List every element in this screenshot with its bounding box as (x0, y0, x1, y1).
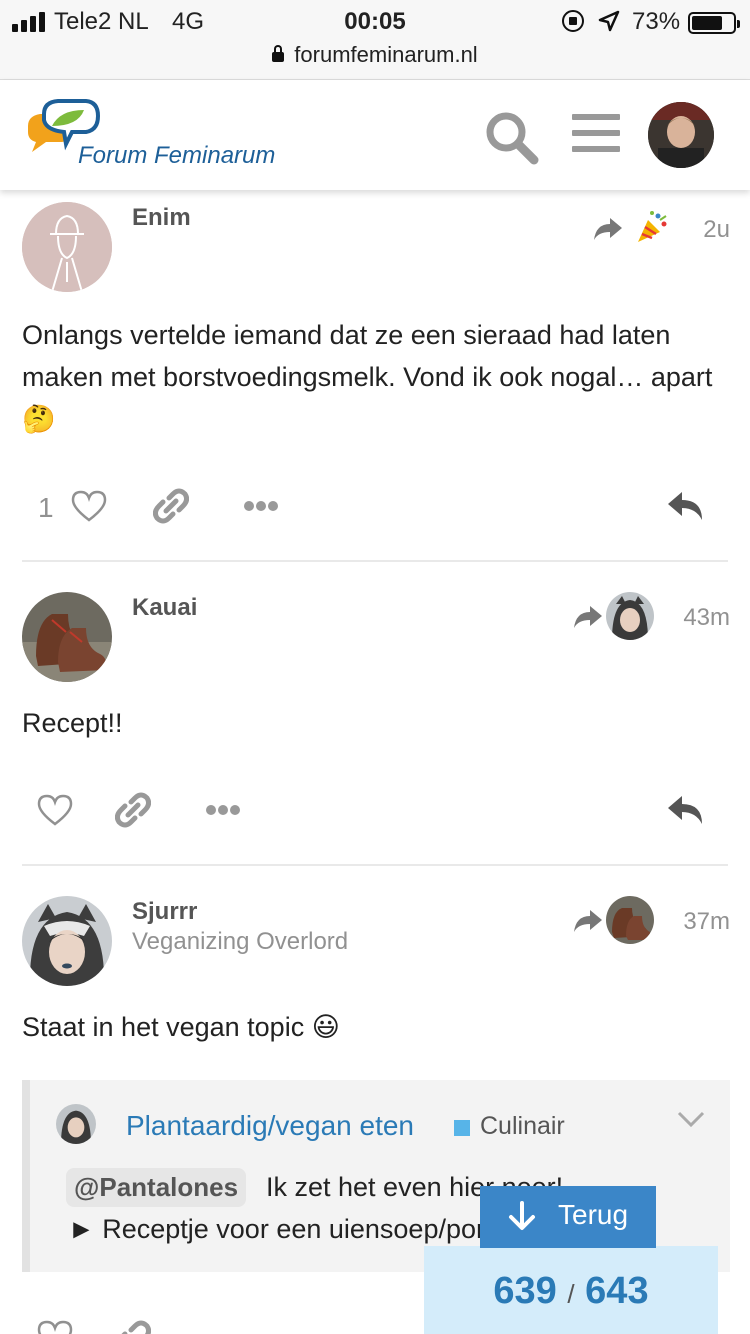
category-color-square (454, 1120, 470, 1136)
counter-separator: / (567, 1279, 575, 1309)
reply-icon[interactable] (668, 490, 704, 522)
avatar[interactable] (22, 896, 112, 986)
battery-percent: 73% (632, 8, 681, 35)
rotation-lock-icon (562, 10, 584, 32)
post-time[interactable]: 37m (683, 908, 730, 936)
heart-icon[interactable] (37, 1320, 73, 1334)
post-body: Recept!! (22, 708, 123, 738)
onebox-topic-link[interactable]: Plantaardig/vegan eten (126, 1110, 414, 1142)
user-avatar[interactable] (648, 102, 714, 168)
chevron-down-icon[interactable] (676, 1110, 706, 1128)
link-icon[interactable] (115, 792, 151, 828)
post-body: Onlangs vertelde iemand dat ze een siera… (22, 314, 722, 440)
post: Kauai 43m Recept!! (0, 562, 750, 866)
back-button[interactable]: Terug (480, 1186, 656, 1248)
post-meta: 43m (574, 592, 730, 642)
post-actions (0, 780, 750, 840)
reply-to-arrow-icon[interactable] (574, 606, 602, 628)
post-time[interactable]: 43m (683, 604, 730, 632)
reply-to-arrow-icon[interactable] (574, 910, 602, 932)
reply-to-arrow-icon[interactable] (594, 218, 622, 240)
user-mention[interactable]: @Pantalones (66, 1168, 247, 1207)
heart-icon[interactable] (71, 490, 107, 522)
user-title: Veganizing Overlord (132, 928, 349, 955)
link-icon[interactable] (115, 1320, 151, 1334)
post-meta: 2u (594, 208, 730, 258)
site-header: Forum Feminarum (0, 80, 750, 190)
reply-icon[interactable] (668, 794, 704, 826)
status-bar: Tele2 NL 4G 00:05 73% forumfeminarum.nl (0, 0, 750, 80)
more-options-icon[interactable] (243, 500, 279, 512)
username[interactable]: Enim (132, 204, 191, 232)
post-text: Staat in het vegan topic (22, 1012, 305, 1042)
onebox-avatar[interactable] (56, 1104, 96, 1144)
post-actions: 1 (0, 476, 750, 536)
more-options-icon[interactable] (205, 804, 241, 816)
lock-icon (272, 45, 285, 62)
battery-icon (688, 12, 740, 34)
avatar[interactable] (22, 592, 112, 682)
total-posts-number: 643 (585, 1270, 649, 1312)
current-post-number: 639 (493, 1270, 557, 1312)
post-text: Onlangs vertelde iemand dat ze een siera… (22, 320, 713, 392)
post-time[interactable]: 2u (703, 216, 730, 244)
like-count[interactable]: 1 (38, 492, 54, 524)
arrow-down-icon (509, 1201, 535, 1230)
location-arrow-icon (598, 10, 620, 32)
hamburger-menu-icon[interactable] (572, 114, 620, 156)
address-bar[interactable]: forumfeminarum.nl (0, 42, 750, 68)
post-meta: 37m (574, 896, 730, 946)
party-popper-emoji[interactable] (634, 210, 668, 244)
username[interactable]: Sjurrr (132, 898, 197, 926)
heart-icon[interactable] (37, 794, 73, 826)
post-counter[interactable]: 639 / 643 (424, 1246, 718, 1334)
thinking-face-emoji: 🤔 (22, 404, 56, 434)
reply-to-avatar[interactable] (606, 896, 654, 944)
site-name: Forum Feminarum (78, 142, 276, 169)
site-logo[interactable]: Forum Feminarum (22, 96, 302, 176)
avatar[interactable] (22, 202, 112, 292)
smiley-emoji: 😃 (311, 1012, 340, 1042)
link-icon[interactable] (153, 488, 189, 524)
url-text: forumfeminarum.nl (294, 42, 478, 67)
search-icon[interactable] (484, 110, 540, 166)
reply-to-avatar[interactable] (606, 592, 654, 640)
post: Enim 2u Onlangs vertelde iemand dat ze e… (0, 190, 750, 562)
back-button-label: Terug (558, 1199, 629, 1230)
post-body: Staat in het vegan topic 😃 (22, 1006, 722, 1048)
username[interactable]: Kauai (132, 594, 197, 622)
onebox-category[interactable]: Culinair (480, 1112, 565, 1141)
